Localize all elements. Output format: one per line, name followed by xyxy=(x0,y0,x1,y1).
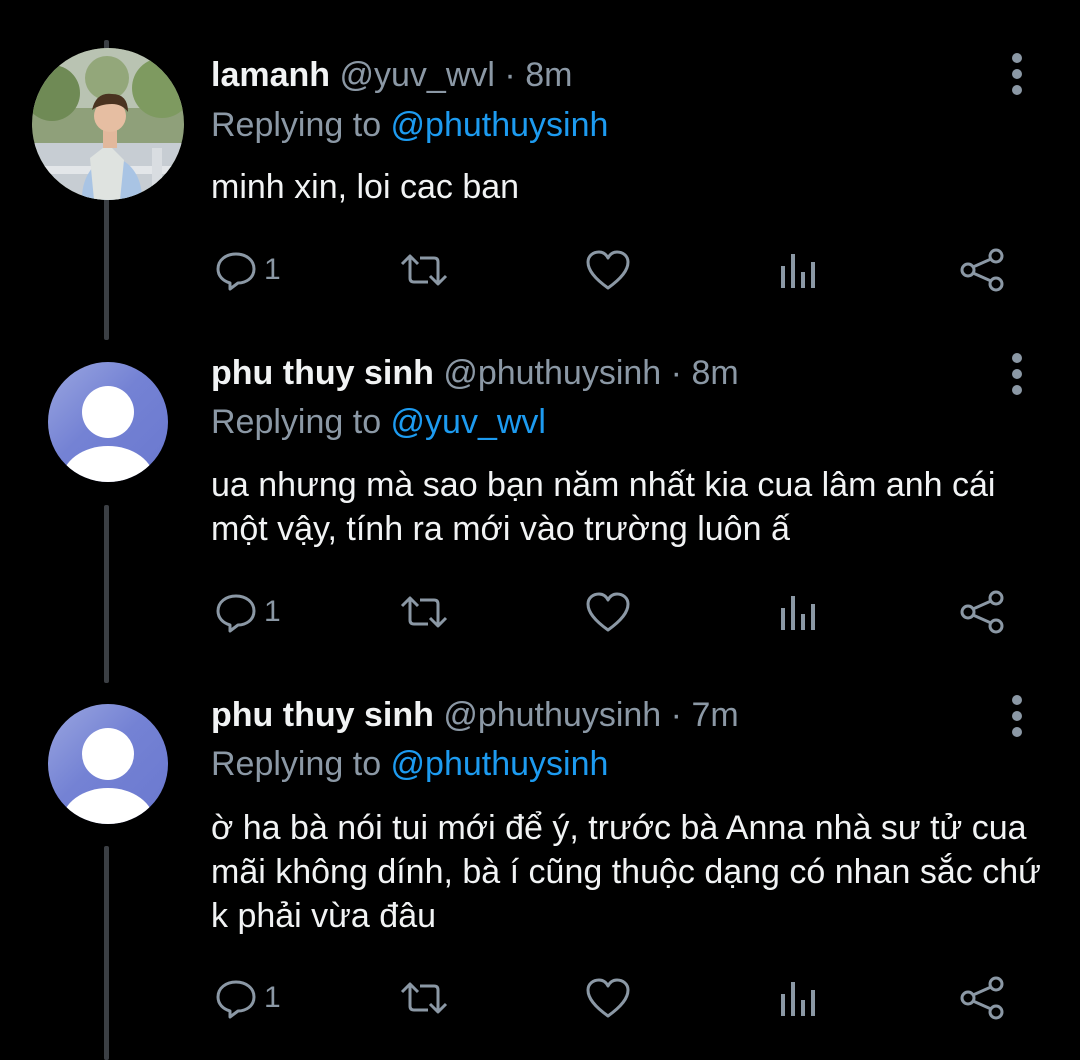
user-handle[interactable]: @phuthuysinh xyxy=(443,696,661,734)
action-bar: 1 xyxy=(0,245,1080,295)
retweet-button[interactable] xyxy=(398,245,450,295)
action-bar: 1 xyxy=(0,587,1080,637)
user-handle[interactable]: @phuthuysinh xyxy=(443,354,661,392)
retweet-button[interactable] xyxy=(398,587,450,637)
retweet-icon xyxy=(400,982,448,1014)
share-icon xyxy=(960,590,1004,634)
bar-chart-icon xyxy=(781,982,815,1016)
mention-link[interactable]: @yuv_wvl xyxy=(391,403,546,441)
reply-icon xyxy=(216,252,256,291)
retweet-button[interactable] xyxy=(398,973,450,1023)
replying-to: Replying to @yuv_wvl xyxy=(211,402,546,442)
replying-to-label: Replying to xyxy=(211,745,391,783)
reply-button[interactable]: 1 xyxy=(214,973,281,1023)
tweet-header: phu thuy sinh @phuthuysinh · 8m xyxy=(211,353,739,393)
more-options-button[interactable] xyxy=(1006,52,1028,96)
user-handle[interactable]: @yuv_wvl xyxy=(340,56,495,94)
retweet-icon xyxy=(400,254,448,286)
views-button[interactable] xyxy=(775,245,819,295)
replying-to-label: Replying to xyxy=(211,106,391,144)
avatar[interactable] xyxy=(48,704,168,824)
reply-count: 1 xyxy=(264,981,281,1014)
replying-to-label: Replying to xyxy=(211,403,391,441)
tweet-header: phu thuy sinh @phuthuysinh · 7m xyxy=(211,695,739,735)
heart-icon xyxy=(586,978,630,1018)
heart-icon xyxy=(586,592,630,632)
tweet-header: lamanh @yuv_wvl · 8m xyxy=(211,55,572,95)
views-button[interactable] xyxy=(775,587,819,637)
display-name[interactable]: phu thuy sinh xyxy=(211,354,434,392)
more-options-button[interactable] xyxy=(1006,352,1028,396)
more-vertical-icon xyxy=(1012,53,1022,95)
tweet[interactable]: phu thuy sinh @phuthuysinh · 8m Replying… xyxy=(0,340,1080,670)
reply-count: 1 xyxy=(264,595,281,628)
more-options-button[interactable] xyxy=(1006,694,1028,738)
tweet-text: minh xin, loi cac ban xyxy=(211,168,520,206)
like-button[interactable] xyxy=(584,973,632,1023)
avatar[interactable] xyxy=(32,48,184,200)
more-vertical-icon xyxy=(1012,695,1022,737)
mention-link[interactable]: @phuthuysinh xyxy=(391,106,609,144)
separator-dot: · xyxy=(670,354,682,392)
default-avatar-icon xyxy=(62,386,154,482)
replying-to: Replying to @phuthuysinh xyxy=(211,105,608,145)
reply-button[interactable]: 1 xyxy=(214,587,281,637)
bar-chart-icon xyxy=(781,254,815,288)
timestamp[interactable]: 7m xyxy=(691,696,738,734)
separator-dot: · xyxy=(504,56,516,94)
more-vertical-icon xyxy=(1012,353,1022,395)
display-name[interactable]: lamanh xyxy=(211,56,330,94)
timestamp[interactable]: 8m xyxy=(525,56,572,94)
share-button[interactable] xyxy=(958,245,1006,295)
mention-link[interactable]: @phuthuysinh xyxy=(391,745,609,783)
like-button[interactable] xyxy=(584,245,632,295)
reply-button[interactable]: 1 xyxy=(214,245,281,295)
action-bar: 1 xyxy=(0,973,1080,1023)
display-name[interactable]: phu thuy sinh xyxy=(211,696,434,734)
timestamp[interactable]: 8m xyxy=(691,354,738,392)
reply-count: 1 xyxy=(264,253,281,286)
bar-chart-icon xyxy=(781,596,815,630)
share-icon xyxy=(960,248,1004,292)
tweet-text: ua nhưng mà sao bạn năm nhất kia cua lâm… xyxy=(211,466,996,548)
separator-dot: · xyxy=(670,696,682,734)
views-button[interactable] xyxy=(775,973,819,1023)
like-button[interactable] xyxy=(584,587,632,637)
replying-to: Replying to @phuthuysinh xyxy=(211,744,608,784)
heart-icon xyxy=(586,250,630,290)
avatar[interactable] xyxy=(48,362,168,482)
profile-photo-icon xyxy=(32,48,184,200)
tweet[interactable]: phu thuy sinh @phuthuysinh · 7m Replying… xyxy=(0,682,1080,1060)
tweet-text: ờ ha bà nói tui mới để ý, trước bà Anna … xyxy=(211,809,1041,935)
share-button[interactable] xyxy=(958,973,1006,1023)
default-avatar-icon xyxy=(62,728,154,824)
tweet[interactable]: lamanh @yuv_wvl · 8m Replying to @phuthu… xyxy=(0,0,1080,330)
reply-icon xyxy=(216,980,256,1019)
reply-icon xyxy=(216,594,256,633)
retweet-icon xyxy=(400,596,448,628)
share-icon xyxy=(960,976,1004,1020)
share-button[interactable] xyxy=(958,587,1006,637)
